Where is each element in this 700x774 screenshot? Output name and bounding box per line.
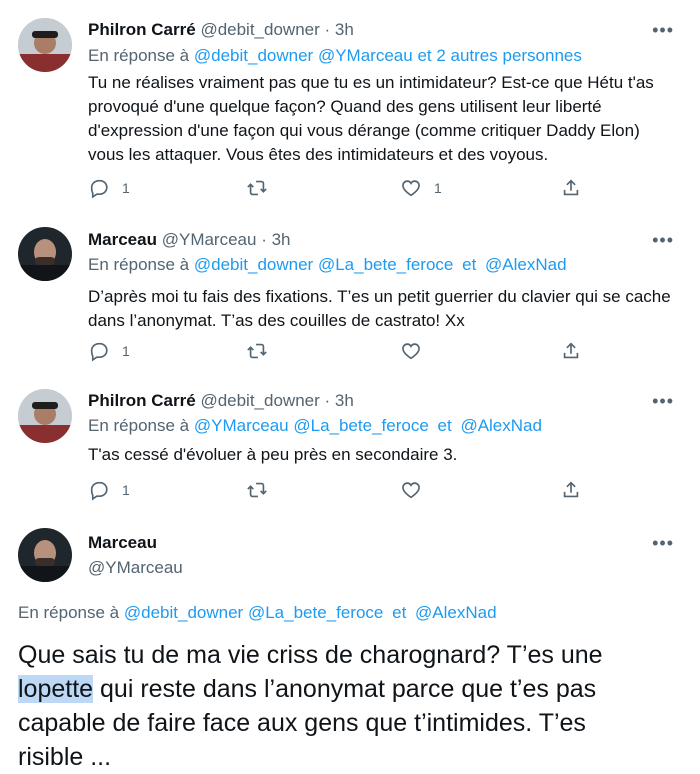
- reply-icon: [88, 340, 110, 362]
- tweet-header: Marceau @YMarceau · 3h: [88, 230, 291, 250]
- reply-to-line: En réponse à @debit_downer @La_bete_fero…: [88, 255, 567, 275]
- reply-icon: [88, 479, 110, 501]
- share-icon: [560, 340, 582, 362]
- display-name[interactable]: Marceau: [88, 230, 157, 249]
- like-icon: [400, 479, 422, 501]
- like-button[interactable]: 1: [400, 176, 442, 200]
- share-button[interactable]: [560, 478, 582, 502]
- retweet-icon: [246, 479, 268, 501]
- tweet-3[interactable]: Philron Carré @debit_downer · 3h ••• En …: [0, 375, 700, 510]
- share-icon: [560, 479, 582, 501]
- handle[interactable]: @debit_downer: [200, 391, 319, 410]
- retweet-icon: [246, 177, 268, 199]
- like-icon: [400, 177, 422, 199]
- text-part: Que sais tu de ma vie criss de charognar…: [18, 641, 603, 669]
- timestamp[interactable]: · 3h: [325, 20, 354, 39]
- reply-to-line: En réponse à @debit_downer @YMarceau et …: [88, 46, 582, 66]
- mention-link[interactable]: @La_bete_feroce: [293, 416, 428, 435]
- more-icon[interactable]: •••: [652, 533, 674, 554]
- reply-button[interactable]: 1: [88, 339, 130, 363]
- reply-prefix: En réponse à: [88, 46, 190, 65]
- handle[interactable]: @YMarceau: [88, 558, 183, 578]
- like-count: 1: [434, 180, 442, 196]
- reply-conjunction: et: [392, 603, 407, 622]
- tweet-header: Philron Carré @debit_downer · 3h: [88, 20, 354, 40]
- mention-link[interactable]: @AlexNad: [415, 603, 497, 622]
- reply-to-line: En réponse à @debit_downer @La_bete_fero…: [18, 603, 497, 623]
- tweet-text: Tu ne réalises vraiment pas que tu es un…: [88, 73, 654, 164]
- like-button[interactable]: [400, 478, 422, 502]
- tweet-text: T'as cessé d'évoluer à peu près en secon…: [88, 445, 458, 464]
- reply-prefix: En réponse à: [88, 255, 190, 274]
- mention-link[interactable]: @debit_downer: [194, 255, 313, 274]
- share-icon: [560, 177, 582, 199]
- reply-to-line: En réponse à @YMarceau @La_bete_feroce e…: [88, 416, 542, 436]
- retweet-button[interactable]: [246, 176, 268, 200]
- display-name[interactable]: Philron Carré: [88, 391, 196, 410]
- avatar-image: [18, 389, 72, 443]
- like-button[interactable]: [400, 339, 422, 363]
- retweet-button[interactable]: [246, 478, 268, 502]
- mention-link[interactable]: @YMarceau: [318, 46, 413, 65]
- retweet-icon: [246, 340, 268, 362]
- timestamp[interactable]: · 3h: [325, 391, 354, 410]
- display-name[interactable]: Marceau: [88, 533, 157, 553]
- retweet-button[interactable]: [246, 339, 268, 363]
- mention-link[interactable]: @La_bete_feroce: [248, 603, 383, 622]
- more-icon[interactable]: •••: [652, 230, 674, 251]
- action-bar: 1: [88, 339, 588, 363]
- reply-button[interactable]: 1: [88, 478, 130, 502]
- mention-link[interactable]: @debit_downer: [194, 46, 313, 65]
- highlighted-word: lopette: [18, 675, 94, 703]
- mention-link[interactable]: @AlexNad: [485, 255, 567, 274]
- mention-link[interactable]: @debit_downer: [124, 603, 243, 622]
- avatar[interactable]: [18, 18, 72, 72]
- reply-count: 1: [122, 482, 130, 498]
- avatar-image: [18, 528, 72, 582]
- handle[interactable]: @debit_downer: [200, 20, 319, 39]
- avatar-image: [18, 227, 72, 281]
- action-bar: 1: [88, 478, 588, 502]
- mention-link[interactable]: @AlexNad: [460, 416, 542, 435]
- reply-conjunction: et: [437, 416, 452, 435]
- reply-button[interactable]: 1: [88, 176, 130, 200]
- more-icon[interactable]: •••: [652, 20, 674, 41]
- action-bar: 1 1: [88, 176, 588, 200]
- handle[interactable]: @YMarceau: [162, 230, 257, 249]
- text-part: qui reste dans l’anonymat parce que t’es…: [18, 675, 597, 771]
- reply-count: 1: [122, 343, 130, 359]
- avatar-image: [18, 18, 72, 72]
- more-icon[interactable]: •••: [652, 391, 674, 412]
- tweet-header: Philron Carré @debit_downer · 3h: [88, 391, 354, 411]
- avatar[interactable]: [18, 227, 72, 281]
- reply-conjunction: et: [462, 255, 477, 274]
- reply-prefix: En réponse à: [88, 416, 190, 435]
- timestamp[interactable]: · 3h: [261, 230, 290, 249]
- reply-prefix: En réponse à: [18, 603, 120, 622]
- others-link[interactable]: et 2 autres personnes: [417, 46, 581, 65]
- main-tweet: Marceau @YMarceau ••• En réponse à @debi…: [0, 510, 700, 773]
- tweet-2[interactable]: Marceau @YMarceau · 3h ••• En réponse à …: [0, 215, 700, 375]
- tweet-1[interactable]: Philron Carré @debit_downer · 3h ••• En …: [0, 0, 700, 215]
- like-icon: [400, 340, 422, 362]
- main-tweet-text: Que sais tu de ma vie criss de charognar…: [18, 638, 658, 774]
- share-button[interactable]: [560, 339, 582, 363]
- avatar[interactable]: [18, 389, 72, 443]
- mention-link[interactable]: @YMarceau: [194, 416, 289, 435]
- tweet-text: D’après moi tu fais des fixations. T’es …: [88, 287, 671, 330]
- display-name[interactable]: Philron Carré: [88, 20, 196, 39]
- reply-icon: [88, 177, 110, 199]
- share-button[interactable]: [560, 176, 582, 200]
- reply-count: 1: [122, 180, 130, 196]
- mention-link[interactable]: @La_bete_feroce: [318, 255, 453, 274]
- avatar[interactable]: [18, 528, 72, 582]
